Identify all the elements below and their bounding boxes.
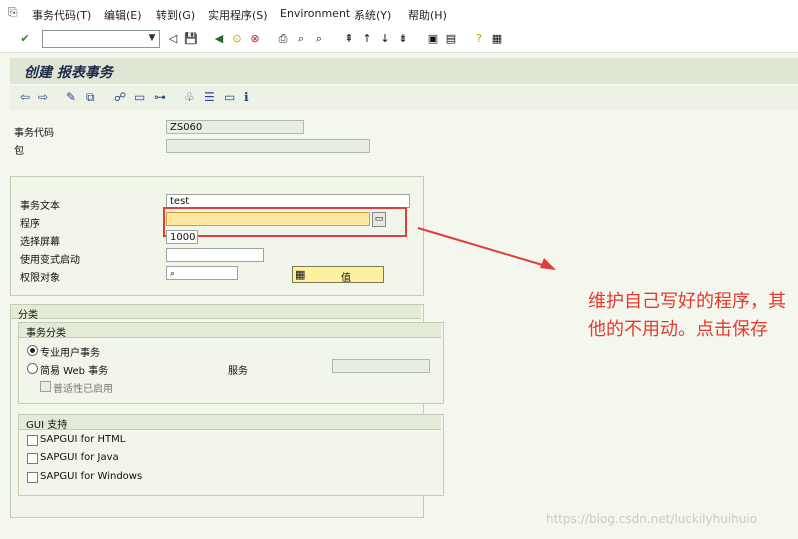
- service-label: 服务: [228, 366, 248, 377]
- enter-icon[interactable]: ✔: [18, 32, 32, 46]
- annotation-text: 维护自己写好的程序，其他的不用动。点击保存: [588, 291, 786, 340]
- exit-icon[interactable]: ⊙: [230, 32, 244, 46]
- list-icon[interactable]: ☰: [204, 90, 215, 104]
- highlight-box: [163, 207, 407, 237]
- print-icon[interactable]: ⎙: [276, 32, 290, 46]
- application-toolbar: [10, 86, 798, 110]
- tree-icon[interactable]: ♧: [184, 90, 195, 104]
- sapgui-java-checkbox[interactable]: [27, 453, 38, 464]
- search-icon: ⌕: [170, 269, 176, 279]
- pervasive-label: 普适性已启用: [53, 384, 113, 395]
- command-field[interactable]: [42, 30, 160, 48]
- arrow-annotation: [417, 227, 556, 270]
- package-field: [166, 139, 370, 153]
- tcode-field: ZS060: [166, 120, 304, 134]
- service-field: [332, 359, 430, 373]
- professional-radio[interactable]: [27, 345, 38, 356]
- transaction-class-title: 事务分类: [26, 328, 66, 339]
- sapgui-html-checkbox[interactable]: [27, 435, 38, 446]
- save-icon[interactable]: 💾: [184, 32, 198, 46]
- classification-title: 分类: [18, 310, 38, 321]
- display-object-icon[interactable]: ▭: [134, 90, 145, 104]
- professional-label: 专业用户事务: [40, 348, 100, 359]
- back-arrow-icon[interactable]: ⇦: [20, 90, 30, 104]
- other-object-icon[interactable]: ⧉: [86, 90, 95, 104]
- hierarchy-icon[interactable]: ⊶: [154, 90, 166, 104]
- exit-icon[interactable]: ⎘: [8, 5, 18, 20]
- title-bar: [10, 58, 798, 84]
- gui-support-header: [19, 415, 441, 430]
- sapgui-windows-label: SAPGUI for Windows: [40, 471, 143, 482]
- selection-screen-field[interactable]: 1000: [166, 230, 198, 244]
- find-icon[interactable]: ⌕: [294, 32, 308, 46]
- find-next-icon[interactable]: ⌕: [312, 32, 326, 46]
- layout-menu-icon[interactable]: ▦: [490, 32, 504, 46]
- prev-page-icon[interactable]: ↑: [360, 32, 374, 46]
- next-page-icon[interactable]: ↓: [378, 32, 392, 46]
- info-icon[interactable]: ℹ: [244, 90, 249, 104]
- sapgui-html-label: SAPGUI for HTML: [40, 434, 126, 445]
- menu-help[interactable]: 帮助(H): [408, 7, 447, 23]
- authobj-field[interactable]: ⌕: [166, 266, 238, 280]
- menu-edit[interactable]: 编辑(E): [104, 7, 142, 23]
- where-used-icon[interactable]: ☍: [114, 90, 126, 104]
- transaction-class-header: [19, 323, 441, 338]
- cancel-icon[interactable]: ⊗: [248, 32, 262, 46]
- gui-support-title: GUI 支持: [26, 420, 68, 431]
- watermark: https://blog.csdn.net/luckilyhuihuio: [546, 512, 758, 526]
- page-title: 创建 报表事务: [24, 65, 113, 81]
- transaction-text-field[interactable]: test: [166, 194, 410, 208]
- help-icon[interactable]: ?: [472, 32, 486, 46]
- package-label: 包: [14, 146, 24, 157]
- authobj-label: 权限对象: [20, 273, 60, 284]
- menu-utilities[interactable]: 实用程序(S): [208, 7, 268, 23]
- classification-header: [11, 305, 421, 319]
- menu-goto[interactable]: 转到(G): [156, 7, 195, 23]
- value-button-label: 值: [341, 273, 351, 284]
- variant-label: 使用变式启动: [20, 255, 80, 266]
- value-button[interactable]: ▦ 值: [292, 266, 384, 284]
- program-label: 程序: [20, 219, 40, 230]
- display-change-icon[interactable]: ✎: [66, 90, 76, 104]
- new-session-icon[interactable]: ▣: [426, 32, 440, 46]
- back-icon[interactable]: ◀: [212, 32, 226, 46]
- frame-icon[interactable]: ▭: [224, 90, 235, 104]
- sapgui-java-label: SAPGUI for Java: [40, 452, 119, 463]
- menu-system[interactable]: 系统(Y): [354, 7, 391, 23]
- screen-label: 选择屏幕: [20, 237, 60, 248]
- table-icon: ▦: [295, 268, 306, 281]
- tcode-label: 事务代码: [14, 128, 54, 139]
- text-label: 事务文本: [20, 201, 60, 212]
- variant-field[interactable]: [166, 248, 264, 262]
- collapse-icon[interactable]: ◁: [166, 32, 180, 46]
- first-page-icon[interactable]: ⇞: [342, 32, 356, 46]
- menu-environment[interactable]: Environment: [280, 7, 350, 20]
- last-page-icon[interactable]: ⇟: [396, 32, 410, 46]
- sapgui-windows-checkbox[interactable]: [27, 472, 38, 483]
- easy-web-label: 简易 Web 事务: [40, 366, 109, 377]
- pervasive-checkbox: [40, 381, 51, 392]
- menu-tcode[interactable]: 事务代码(T): [32, 7, 91, 23]
- chevron-down-icon[interactable]: ▼: [146, 31, 158, 45]
- forward-arrow-icon[interactable]: ⇨: [38, 90, 48, 104]
- easy-web-radio[interactable]: [27, 363, 38, 374]
- shortcut-icon[interactable]: ▤: [444, 32, 458, 46]
